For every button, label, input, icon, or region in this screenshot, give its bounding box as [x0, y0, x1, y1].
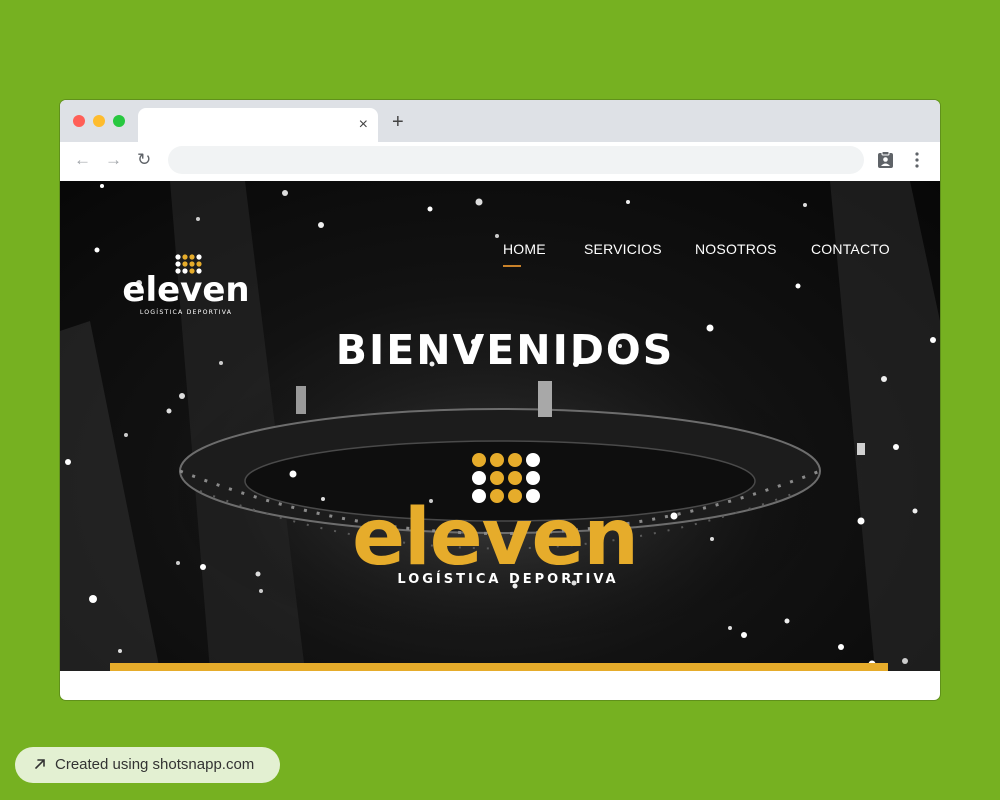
forward-icon[interactable]: → — [105, 150, 122, 170]
nav-contacto[interactable]: CONTACTO — [811, 241, 890, 257]
browser-window: × + ← → ↻ eleven LOGÍSTICA DEPORTIVA HOM… — [60, 100, 940, 700]
address-bar[interactable] — [168, 146, 864, 174]
hero-logo-wordmark: eleven — [352, 493, 639, 583]
hero-logo-tagline: LOGÍSTICA DEPORTIVA — [397, 572, 619, 587]
close-window-button[interactable] — [73, 115, 85, 127]
shotsnapp-badge[interactable]: Created using shotsnapp.com — [15, 747, 280, 783]
browser-tab[interactable]: × — [138, 108, 378, 142]
maximize-window-button[interactable] — [113, 115, 125, 127]
reload-icon[interactable]: ↻ — [137, 150, 151, 170]
vertical-dots-icon[interactable] — [911, 151, 923, 169]
tab-bar: × + — [60, 100, 940, 142]
nav-servicios[interactable]: SERVICIOS — [584, 241, 662, 257]
main-navigation: HOME SERVICIOS NOSOTROS CONTACTO — [60, 241, 940, 271]
browser-toolbar: ← → ↻ — [60, 142, 940, 180]
new-tab-button[interactable]: + — [392, 112, 404, 132]
section-divider-bar — [110, 663, 888, 671]
nav-nosotros[interactable]: NOSOTROS — [695, 241, 777, 257]
profile-clipboard-icon[interactable] — [877, 151, 894, 169]
nav-home-active-indicator — [503, 265, 521, 267]
hero-title: BIENVENIDOS — [335, 326, 675, 375]
back-icon[interactable]: ← — [74, 150, 91, 170]
tab-close-icon[interactable]: × — [359, 116, 368, 134]
page-hero: eleven LOGÍSTICA DEPORTIVA HOME SERVICIO… — [60, 181, 940, 671]
badge-text: Created using shotsnapp.com — [55, 756, 255, 773]
minimize-window-button[interactable] — [93, 115, 105, 127]
logo-tagline: LOGÍSTICA DEPORTIVA — [140, 307, 232, 316]
arrow-up-right-icon — [35, 759, 45, 769]
logo-wordmark: eleven — [122, 270, 249, 310]
nav-home[interactable]: HOME — [503, 241, 546, 257]
